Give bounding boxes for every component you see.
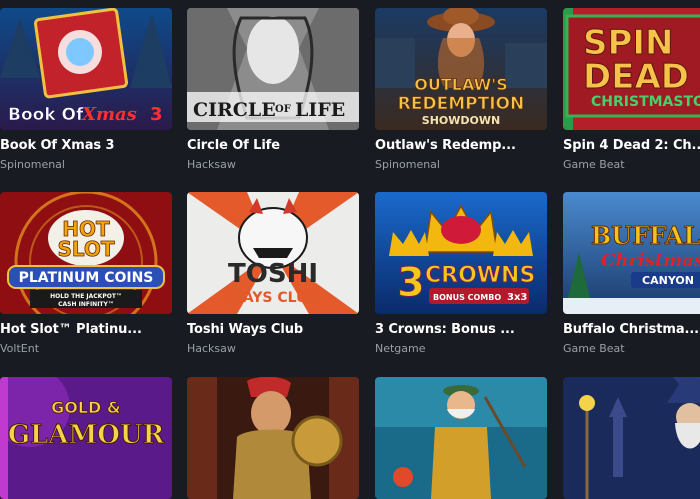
- svg-text:Christmas: Christmas: [601, 250, 700, 271]
- svg-text:SHOWDOWN: SHOWDOWN: [422, 114, 500, 127]
- svg-text:3: 3: [150, 104, 163, 125]
- game-title[interactable]: 3 Crowns: Bonus ...: [375, 322, 547, 337]
- svg-text:DEAD: DEAD: [583, 57, 689, 97]
- gold-glamour-art: GOLD & GLAMOUR: [0, 377, 172, 499]
- game-thumbnail[interactable]: CIRCLE OF LIFE: [187, 8, 359, 130]
- svg-text:WAYS CLUB: WAYS CLUB: [228, 290, 318, 306]
- game-thumbnail[interactable]: Book Of Xmas 3: [0, 8, 172, 130]
- buffalo-art: BUFFALO Christmas CANYON: [563, 192, 700, 314]
- gladiator-art: [187, 377, 359, 499]
- svg-text:CHRISTMASTOWN: CHRISTMASTOWN: [591, 94, 700, 110]
- svg-text:GLAMOUR: GLAMOUR: [8, 420, 165, 450]
- svg-text:PLATINUM COINS: PLATINUM COINS: [19, 270, 154, 286]
- game-provider: Hacksaw: [187, 158, 236, 171]
- game-title[interactable]: Buffalo Christma...: [563, 322, 700, 337]
- svg-text:LIFE: LIFE: [295, 99, 345, 121]
- wizard-art: [563, 377, 700, 499]
- game-thumbnail[interactable]: HOT SLOT PLATINUM COINS HOLD THE JACKPOT…: [0, 192, 172, 314]
- hot-slot-art: HOT SLOT PLATINUM COINS HOLD THE JACKPOT…: [0, 192, 172, 314]
- game-provider: Hacksaw: [187, 342, 236, 355]
- game-provider: Spinomenal: [375, 158, 440, 171]
- game-thumbnail[interactable]: SPIN DEAD CHRISTMASTOWN: [563, 8, 700, 130]
- svg-text:OUTLAW'S: OUTLAW'S: [414, 75, 507, 94]
- svg-text:CIRCLE: CIRCLE: [193, 99, 276, 121]
- game-thumbnail[interactable]: [563, 377, 700, 499]
- fisherman-art: [375, 377, 547, 499]
- svg-text:Xmas: Xmas: [81, 104, 137, 125]
- svg-text:HOLD THE JACKPOT™: HOLD THE JACKPOT™: [50, 293, 122, 300]
- svg-text:CROWNS: CROWNS: [425, 263, 535, 288]
- game-title[interactable]: Outlaw's Redemp...: [375, 138, 547, 153]
- toshi-mask-art: TOSHI WAYS CLUB: [187, 192, 359, 314]
- svg-text:SLOT: SLOT: [57, 237, 114, 261]
- circle-of-life-art: CIRCLE OF LIFE: [187, 8, 359, 130]
- game-thumbnail[interactable]: [187, 377, 359, 499]
- svg-text:Book Of: Book Of: [8, 105, 84, 125]
- svg-text:BONUS COMBO: BONUS COMBO: [433, 293, 501, 302]
- game-grid: Book Of Xmas 3 Book Of Xmas 3 Spinomenal…: [0, 0, 700, 499]
- svg-text:TOSHI: TOSHI: [228, 259, 318, 289]
- game-thumbnail[interactable]: OUTLAW'S REDEMPTION SHOWDOWN: [375, 8, 547, 130]
- svg-text:BUFFALO: BUFFALO: [591, 221, 700, 250]
- game-thumbnail[interactable]: 3 CROWNS BONUS COMBO 3x3: [375, 192, 547, 314]
- cowgirl-art: OUTLAW'S REDEMPTION SHOWDOWN: [375, 8, 547, 130]
- spin-dead-art: SPIN DEAD CHRISTMASTOWN: [563, 8, 700, 130]
- game-provider: Spinomenal: [0, 158, 65, 171]
- book-xmas-art: Book Of Xmas 3: [0, 8, 172, 130]
- game-thumbnail[interactable]: GOLD & GLAMOUR: [0, 377, 172, 499]
- svg-text:CASH INFINITY™: CASH INFINITY™: [58, 301, 114, 308]
- game-provider: Game Beat: [563, 342, 625, 355]
- game-title[interactable]: Toshi Ways Club: [187, 322, 359, 337]
- game-title[interactable]: Book Of Xmas 3: [0, 138, 172, 153]
- game-title[interactable]: Spin 4 Dead 2: Ch...: [563, 138, 700, 153]
- game-provider: VoltEnt: [0, 342, 40, 355]
- svg-text:OF: OF: [275, 104, 291, 115]
- game-thumbnail[interactable]: TOSHI WAYS CLUB: [187, 192, 359, 314]
- crowns-art: 3 CROWNS BONUS COMBO 3x3: [375, 192, 547, 314]
- game-provider: Netgame: [375, 342, 426, 355]
- game-title[interactable]: Hot Slot™ Platinu...: [0, 322, 172, 337]
- game-thumbnail[interactable]: [375, 377, 547, 499]
- svg-text:REDEMPTION: REDEMPTION: [398, 94, 524, 114]
- svg-text:3: 3: [397, 260, 425, 306]
- game-thumbnail[interactable]: BUFFALO Christmas CANYON: [563, 192, 700, 314]
- game-title[interactable]: Circle Of Life: [187, 138, 359, 153]
- svg-text:GOLD &: GOLD &: [51, 398, 121, 417]
- svg-text:CANYON: CANYON: [642, 274, 694, 287]
- game-provider: Game Beat: [563, 158, 625, 171]
- svg-text:3x3: 3x3: [507, 292, 527, 303]
